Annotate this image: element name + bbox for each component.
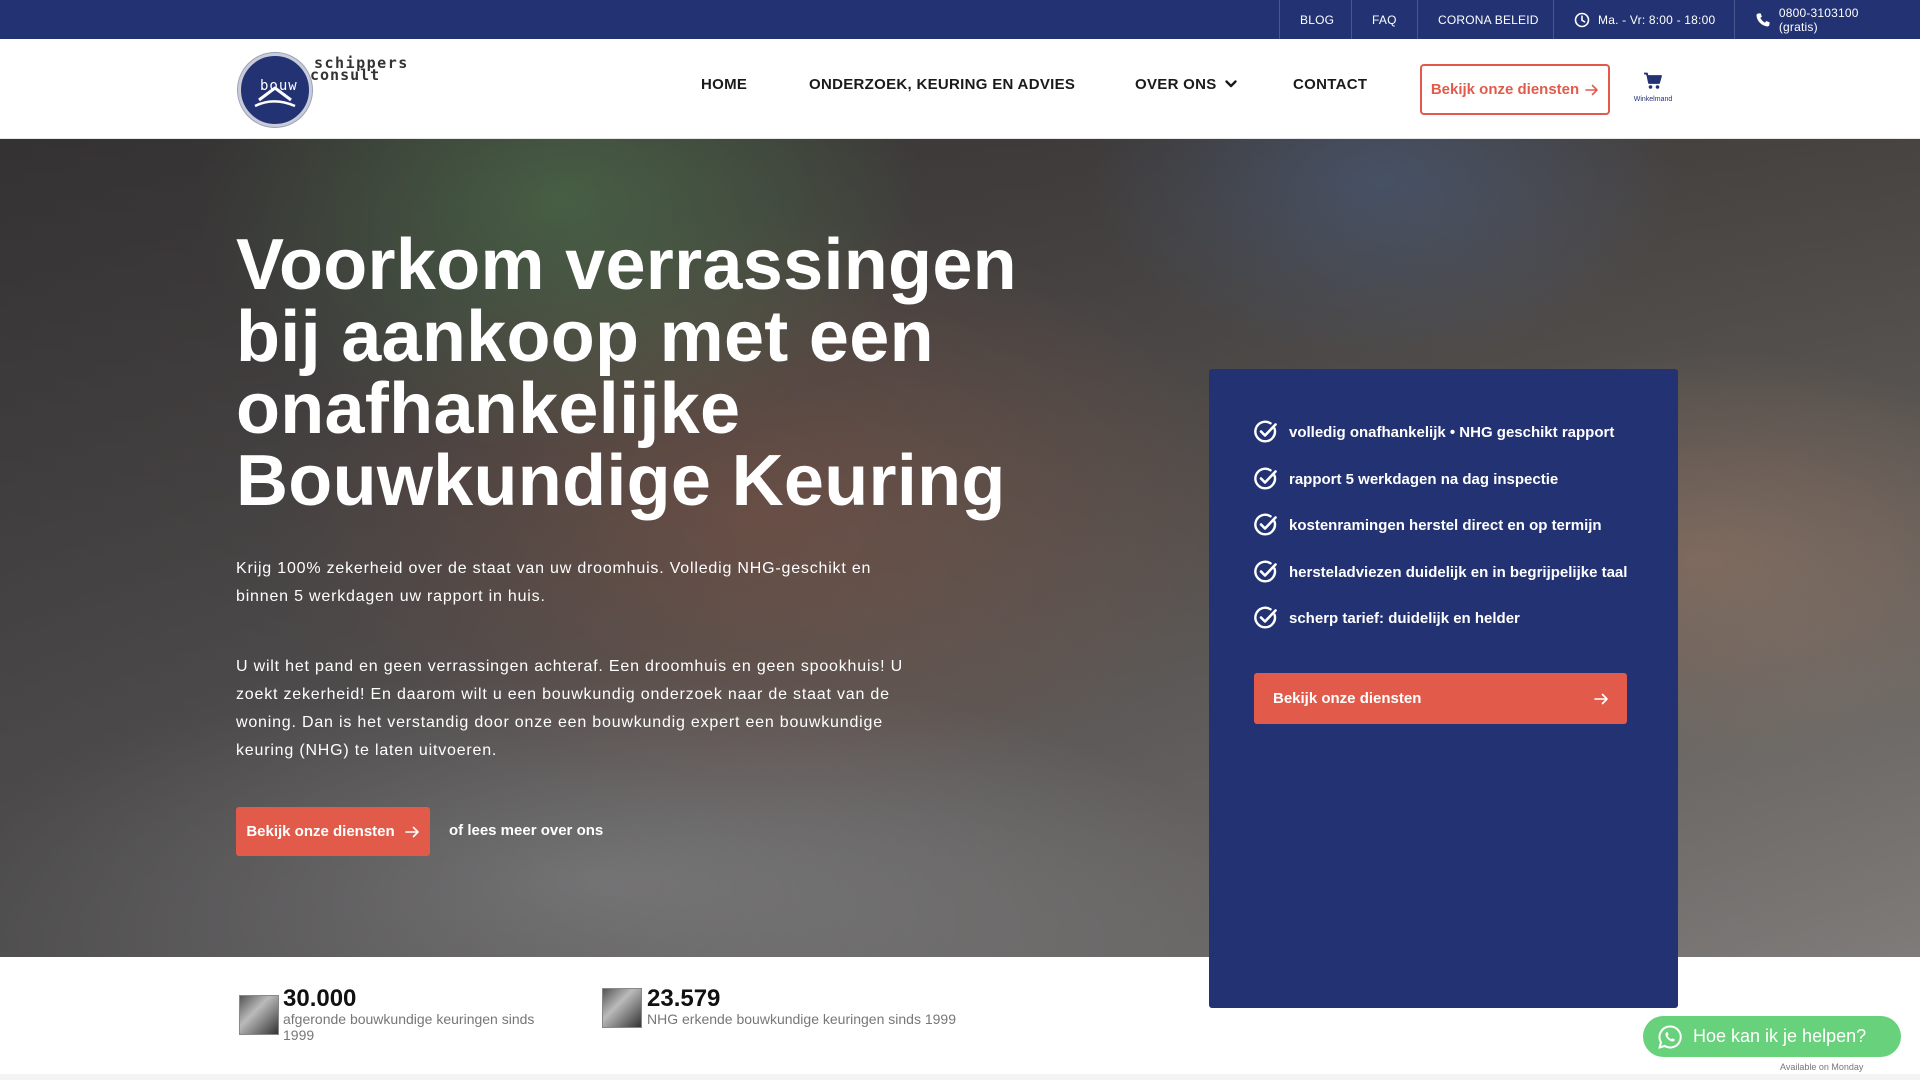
usp-item: volledig onafhankelijk • NHG geschikt ra… (1253, 419, 1614, 445)
arrow-right-icon (1594, 693, 1608, 704)
nav-item-contact[interactable]: CONTACT (1293, 76, 1367, 93)
topbar-link-blog[interactable]: BLOG (1279, 0, 1354, 39)
cart-label: Winkelmand (1633, 96, 1673, 103)
stat-label: afgeronde bouwkundige keuringen sinds (283, 1011, 535, 1027)
stat-value: 30.000 (283, 985, 357, 1012)
check-circle-icon (1254, 513, 1277, 536)
chevron-down-icon[interactable] (1224, 77, 1238, 91)
hero-body-text: U wilt het pand en geen verrassingen ach… (236, 658, 903, 759)
site-logo[interactable]: schippers consult bouw (236, 51, 407, 129)
panel-services-button[interactable]: Bekijk onze diensten (1254, 673, 1627, 724)
clock-icon (1574, 12, 1590, 27)
whatsapp-chat-button[interactable]: Hoe kan ik je helpen? (1643, 1016, 1901, 1057)
usp-text: volledig onafhankelijk • NHG geschikt ra… (1289, 423, 1615, 441)
phone-link[interactable]: 0800-3103100 (gratis) (1734, 0, 1920, 39)
shopping-cart-icon (1644, 72, 1662, 89)
stat-label: NHG erkende bouwkundige keuringen sinds … (647, 1011, 956, 1027)
check-circle-icon (1254, 606, 1277, 629)
stat-value: 23.579 (647, 985, 721, 1012)
topbar-link-label: FAQ (1372, 12, 1397, 27)
hero-services-button[interactable]: Bekijk onze diensten (236, 807, 430, 856)
check-circle-icon (1254, 560, 1277, 583)
whatsapp-availability: Available on Monday (1780, 1062, 1864, 1072)
nav-item-home[interactable]: HOME (701, 76, 747, 93)
stat-thumbnail (239, 995, 279, 1035)
topbar-link-faq[interactable]: FAQ (1351, 0, 1417, 39)
about-us-link[interactable]: of lees meer over ons (449, 822, 603, 839)
hero-intro-text: Krijg 100% zekerheid over de staat van u… (236, 560, 872, 605)
header-services-button-label: Bekijk onze diensten (1430, 81, 1580, 98)
whatsapp-icon (1658, 1024, 1682, 1049)
page-bottom-divider (0, 1074, 1920, 1080)
arrow-right-icon (1585, 84, 1598, 95)
usp-panel: volledig onafhankelijk • NHG geschikt ra… (1209, 369, 1678, 1008)
usp-item: hersteladviezen duidelijk en in begrijpe… (1253, 559, 1627, 585)
hero-services-button-label: Bekijk onze diensten (246, 823, 395, 840)
topbar-link-label: CORONA BELEID (1438, 12, 1539, 27)
logo-text-consult: consult (310, 66, 381, 84)
usp-text: scherp tarief: duidelijk en helder (1289, 609, 1520, 627)
nav-item-onderzoek-keuring-en-advies[interactable]: ONDERZOEK, KEURING EN ADVIES (809, 76, 1075, 93)
topbar-link-label: BLOG (1300, 12, 1335, 27)
hero-title: Voorkom verrassingen bij aankoop met een… (236, 225, 1017, 521)
phone-number: 0800-3103100 (gratis) (1778, 5, 1859, 34)
check-circle-icon (1254, 420, 1277, 443)
opening-hours: Ma. - Vr: 8:00 - 18:00 (1553, 0, 1735, 39)
logo-text-bouw: bouw (260, 78, 298, 94)
arrow-right-icon (404, 826, 419, 837)
phone-icon (1756, 12, 1770, 26)
panel-services-button-label: Bekijk onze diensten (1273, 690, 1422, 707)
check-circle-icon (1254, 467, 1277, 490)
nav-item-over-ons[interactable]: OVER ONS (1135, 76, 1217, 93)
opening-hours-text: Ma. - Vr: 8:00 - 18:00 (1598, 12, 1716, 27)
usp-text: hersteladviezen duidelijk en in begrijpe… (1289, 563, 1628, 581)
usp-item: kostenramingen herstel direct en op term… (1253, 512, 1602, 538)
cart-button[interactable]: Winkelmand (1630, 72, 1676, 103)
header-services-button[interactable]: Bekijk onze diensten (1420, 64, 1610, 115)
usp-item: rapport 5 werkdagen na dag inspectie (1253, 466, 1558, 492)
top-bar: BLOG FAQ CORONA BELEID Ma. - Vr: 8:00 - … (0, 0, 1920, 39)
topbar-link-corona-beleid[interactable]: CORONA BELEID (1417, 0, 1559, 39)
whatsapp-chat-label: Hoe kan ik je helpen? (1693, 1026, 1867, 1046)
usp-item: scherp tarief: duidelijk en helder (1253, 605, 1520, 631)
usp-text: rapport 5 werkdagen na dag inspectie (1289, 470, 1559, 488)
usp-text: kostenramingen herstel direct en op term… (1289, 516, 1602, 534)
main-header: schippers consult bouw HOME ONDERZOEK, K… (0, 39, 1920, 139)
stat-label-line2: 1999 (283, 1027, 315, 1043)
stat-thumbnail (602, 988, 642, 1028)
